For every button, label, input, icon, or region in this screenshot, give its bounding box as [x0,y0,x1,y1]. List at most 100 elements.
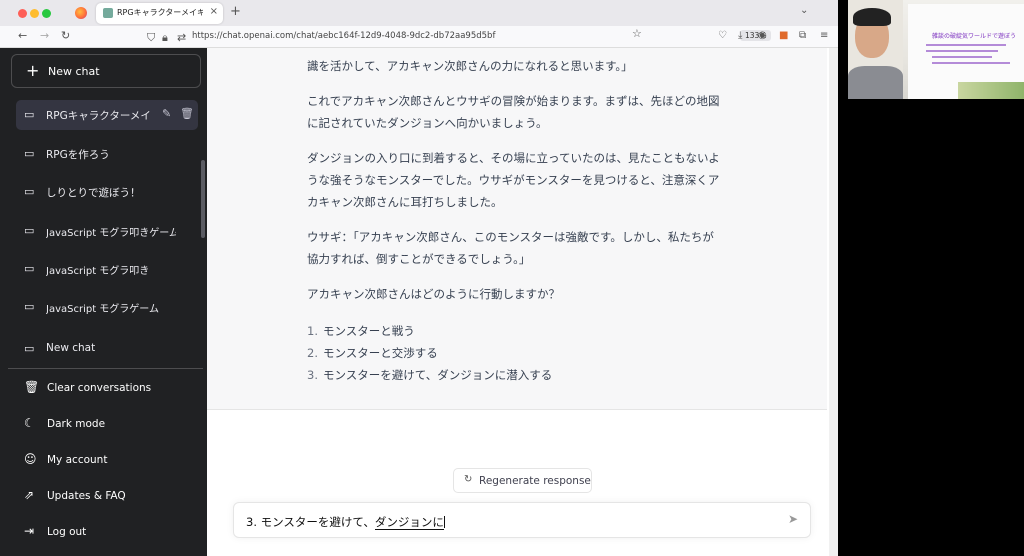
chat-bubble-icon: ▭ [24,342,35,355]
chat-bubble-icon: ▭ [24,185,35,198]
chat-bubble-icon: ▭ [24,224,35,237]
sidebar-conversation-item[interactable]: ▭ RPGを作ろう [16,139,198,169]
main-scrollbar[interactable] [829,48,838,556]
shield-icon[interactable]: ⛉ [147,31,155,45]
sidebar-conversation-item[interactable]: ▭ JavaScript モグラ叩きゲーム [16,216,198,246]
background-plant [958,82,1024,99]
plus-icon: + [26,61,40,80]
minimize-window-button[interactable] [30,9,39,18]
log-out-label: Log out [47,526,87,538]
tab-close-icon[interactable]: × [210,6,218,17]
tab-title: RPGキャラクターメイキング [117,8,203,17]
log-out-button[interactable]: ⇥ Log out [18,521,198,545]
navigation-bar: ← → ↻ ⛉ 🔒︎ ⇄ https://chat.openai.com/cha… [0,26,838,48]
new-tab-button[interactable]: + [230,4,241,19]
url-bar[interactable]: ⛉ 🔒︎ ⇄ https://chat.openai.com/chat/aebc… [140,28,772,46]
list-number: 2. [307,346,318,360]
updates-faq-button[interactable]: ⇗ Updates & FAQ [18,485,198,509]
list-all-tabs-icon[interactable]: ⌄ [800,5,808,16]
sidebar-conversation-item[interactable]: ▭ RPGキャラクターメイ ✎ 🗑︎ [16,100,198,130]
list-number: 1. [307,324,318,338]
list-item: 2. モンスターと交渉する [307,345,438,361]
url-text: https://chat.openai.com/chat/aebc164f-12… [192,31,496,41]
chat-bubble-icon: ▭ [24,300,35,313]
zoom-level-badge[interactable]: 133% [740,30,772,41]
extension-icon[interactable]: ◉ [758,30,767,41]
dark-mode-button[interactable]: ☾ Dark mode [18,413,198,437]
menu-hamburger-icon[interactable]: ≡ [820,30,828,41]
message-input[interactable]: 3. モンスターを避けて、ダンジョンに ➤ [233,502,811,538]
tab-bar: RPGキャラクターメイキング × + ⌄ [0,0,838,26]
slide-text-line [932,62,1010,64]
clear-conversations-button[interactable]: 🗑︎ Clear conversations [18,377,198,401]
new-chat-label: New chat [48,65,100,78]
my-account-button[interactable]: ☺ My account [18,449,198,473]
zoom-window-button[interactable] [42,9,51,18]
back-arrow-icon[interactable]: ← [18,29,27,42]
slide-title: 雑談の破綻気ワールドで遊ぼう [932,33,1017,40]
regenerate-response-button[interactable]: ↻ Regenerate response [453,468,592,493]
dark-mode-label: Dark mode [47,418,106,430]
list-text: モンスターを避けて、ダンジョンに潜入する [323,368,553,382]
logout-icon: ⇥ [24,524,35,538]
text-caret [443,516,445,528]
chat-bubble-icon: ▭ [24,262,35,275]
firefox-view-icon[interactable] [75,7,87,19]
updates-faq-label: Updates & FAQ [47,490,126,502]
pencil-icon[interactable]: ✎ [162,107,171,120]
refresh-icon: ↻ [464,474,473,485]
sidebar-conversation-item[interactable]: ▭ しりとりで遊ぼう！ [16,177,198,207]
new-chat-button[interactable]: + New chat [11,54,201,88]
sidebar-scrollbar[interactable] [201,160,205,238]
conversation-title: New chat [46,342,96,354]
list-item: 3. モンスターを避けて、ダンジョンに潜入する [307,367,552,383]
conversation-title: しりとりで遊ぼう！ [46,187,141,199]
conversation-title: RPGを作ろう [46,149,110,161]
lock-icon[interactable]: 🔒︎ [162,31,168,45]
message-input-text: 3. モンスターを避けて、ダンジョンに [246,514,445,530]
sidebar-conversation-item[interactable]: ▭ JavaScript モグラ叩き [16,254,198,284]
sidebar-conversation-item[interactable]: ▭ JavaScript モグラゲーム [16,292,198,322]
trash-icon[interactable]: 🗑︎ [180,107,194,120]
reload-icon[interactable]: ↻ [61,29,70,42]
list-number: 3. [307,368,318,382]
forward-arrow-icon[interactable]: → [40,29,49,42]
chat-main: 識を活かして、アカキャン次郎さんの力になれると思います。」 これでアカキャン次郎… [207,48,838,556]
input-composing-text: ダンジョンに [374,515,444,530]
permissions-icon[interactable]: ⇄ [177,31,186,44]
person-shirt [848,66,903,99]
screen: RPGキャラクターメイキング × + ⌄ ← → ↻ ⛉ 🔒︎ ⇄ https:… [0,0,1024,556]
message-paragraph: これでアカキャン次郎さんとウサギの冒険が始まります。まずは、先ほどの地図に記され… [307,94,720,130]
list-text: モンスターと戦う [323,324,415,338]
webcam-person [848,0,903,99]
chat-bubble-icon: ▭ [24,108,35,121]
close-window-button[interactable] [18,9,27,18]
sidebar-divider [8,368,203,369]
send-icon[interactable]: ➤ [788,512,798,526]
my-account-label: My account [47,454,108,466]
external-link-icon: ⇗ [24,488,35,502]
conversation-title: JavaScript モグラ叩きゲーム [46,228,176,239]
input-committed-text: 3. モンスターを避けて、 [246,515,375,529]
download-icon[interactable]: ⤓ [738,30,742,41]
addon-icon[interactable]: ■ [779,30,788,41]
chat-bubble-icon: ▭ [24,147,35,160]
conversation-title: JavaScript モグラゲーム [46,304,160,315]
moon-icon: ☾ [24,416,35,430]
sidebar-conversation-item[interactable]: ▭ New chat [16,334,198,364]
sidebar: + New chat ▭ RPGキャラクターメイ ✎ 🗑︎ ▭ RPGを作ろう … [0,48,207,556]
browser-window: RPGキャラクターメイキング × + ⌄ ← → ↻ ⛉ 🔒︎ ⇄ https:… [0,0,838,556]
list-item: 1. モンスターと戦う [307,323,415,339]
extensions-puzzle-icon[interactable]: ⧉ [799,30,806,41]
tab-rpg-character[interactable]: RPGキャラクターメイキング × [96,3,223,24]
slide-text-line [932,56,992,58]
conversation-title: JavaScript モグラ叩き [46,266,150,277]
openai-favicon-icon [103,8,113,18]
message-paragraph: 識を活かして、アカキャン次郎さんの力になれると思います。」 [307,59,633,73]
webcam-overlay: 雑談の破綻気ワールドで遊ぼう [848,0,1024,99]
bookmark-star-icon[interactable]: ☆ [632,27,642,40]
pocket-icon[interactable]: ♡ [718,30,727,41]
user-icon: ☺ [24,452,37,466]
message-paragraph: ウサギ：「アカキャン次郎さん、このモンスターは強敵です。しかし、私たちが協力すれ… [307,230,714,266]
message-paragraph: ダンジョンの入り口に到着すると、その場に立っていたのは、見たこともないような強そ… [307,151,720,209]
